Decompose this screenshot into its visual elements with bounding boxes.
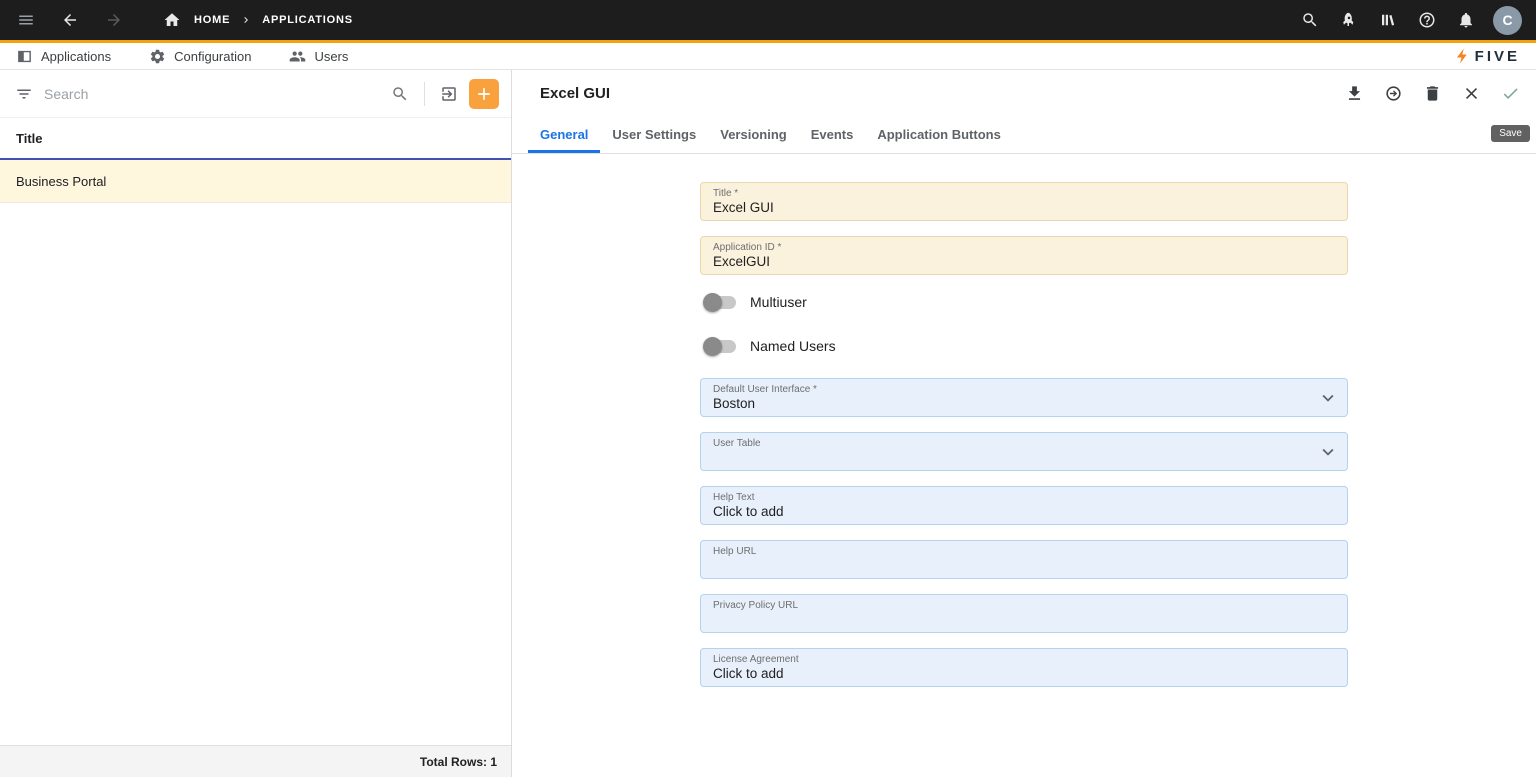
applications-icon [16,48,33,65]
library-icon[interactable] [1376,8,1400,32]
license-agreement-field[interactable]: License Agreement Click to add [700,648,1348,687]
applications-list-panel: Title Business Portal Total Rows: 1 [0,70,512,777]
general-form: Title * Excel GUI Application ID * Excel… [700,182,1348,687]
field-label: Application ID * [713,242,1335,253]
chevron-down-icon [1317,441,1339,463]
toolbar-item-configuration[interactable]: Configuration [149,48,251,65]
delete-icon[interactable] [1420,81,1444,105]
forward-arrow-icon [102,8,126,32]
close-icon[interactable] [1459,81,1483,105]
module-toolbar: Applications Configuration Users FIVE [0,43,1536,70]
tab-user-settings[interactable]: User Settings [600,116,708,153]
tab-general[interactable]: General [528,116,600,153]
field-label: Help URL [713,546,1335,557]
record-title: Excel GUI [540,85,610,102]
total-rows-footer: Total Rows: 1 [0,745,511,777]
toggle-knob [703,337,722,356]
field-value [713,449,1335,466]
save-check-icon[interactable] [1498,81,1522,105]
save-tooltip: Save [1491,125,1530,142]
user-table-select[interactable]: User Table [700,432,1348,471]
breadcrumb: HOME APPLICATIONS [160,8,353,32]
field-label: User Table [713,438,1335,449]
top-bar: HOME APPLICATIONS C [0,0,1536,40]
toggle-knob [703,293,722,312]
field-label: Help Text [713,492,1335,503]
menu-icon[interactable] [14,8,38,32]
users-icon [289,48,306,65]
five-logo-mark-icon [1454,47,1472,65]
back-arrow-icon[interactable] [58,8,82,32]
five-logo: FIVE [1454,47,1520,65]
title-field[interactable]: Title * Excel GUI [700,182,1348,221]
privacy-policy-url-field[interactable]: Privacy Policy URL [700,594,1348,633]
field-label: Default User Interface * [713,384,1335,395]
tab-versioning[interactable]: Versioning [708,116,798,153]
run-arrow-circle-icon[interactable] [1381,81,1405,105]
field-label: Title * [713,188,1335,199]
field-label: License Agreement [713,654,1335,665]
breadcrumb-section[interactable]: APPLICATIONS [262,14,353,26]
toggle-label: Multiuser [750,294,807,310]
named-users-toggle-row: Named Users [704,334,1348,358]
toolbar-item-label: Applications [41,49,111,64]
toolbar-item-label: Configuration [174,49,251,64]
home-icon[interactable] [160,8,184,32]
default-user-interface-select[interactable]: Default User Interface * Boston [700,378,1348,417]
help-url-field[interactable]: Help URL [700,540,1348,579]
tab-application-buttons[interactable]: Application Buttons [865,116,1013,153]
detail-header: Excel GUI [512,70,1536,116]
application-id-field[interactable]: Application ID * ExcelGUI [700,236,1348,275]
plus-icon [474,84,494,104]
search-row [0,70,511,118]
field-label: Privacy Policy URL [713,600,1335,611]
filter-icon[interactable] [12,82,36,106]
list-item-business-portal[interactable]: Business Portal [0,160,511,203]
toolbar-item-users[interactable]: Users [289,48,348,65]
record-actions [1342,81,1522,105]
chevron-right-icon [240,14,252,26]
multiuser-toggle-row: Multiuser [704,290,1348,314]
detail-panel: Excel GUI Save Gener [512,70,1536,777]
open-form-icon[interactable] [437,82,461,106]
toolbar-item-label: Users [314,49,348,64]
list-column-header[interactable]: Title [0,118,511,160]
download-icon[interactable] [1342,81,1366,105]
help-text-field[interactable]: Help Text Click to add [700,486,1348,525]
field-value [713,611,1335,628]
field-value: Boston [713,395,1335,412]
deploy-rocket-icon[interactable] [1337,8,1361,32]
five-logo-text: FIVE [1475,48,1520,65]
field-value [713,557,1335,574]
help-icon[interactable] [1415,8,1439,32]
toolbar-item-applications[interactable]: Applications [16,48,111,65]
field-value: Click to add [713,503,1335,520]
user-avatar[interactable]: C [1493,6,1522,35]
field-value: Excel GUI [713,199,1335,216]
form-area: Title * Excel GUI Application ID * Excel… [512,154,1536,777]
search-icon[interactable] [388,82,412,106]
detail-tabs: General User Settings Versioning Events … [512,116,1536,154]
chevron-down-icon [1317,387,1339,409]
named-users-toggle[interactable] [704,340,736,353]
notifications-bell-icon[interactable] [1454,8,1478,32]
gear-icon [149,48,166,65]
divider [424,82,425,106]
tab-events[interactable]: Events [799,116,866,153]
multiuser-toggle[interactable] [704,296,736,309]
field-value: Click to add [713,665,1335,682]
breadcrumb-home[interactable]: HOME [194,14,230,26]
toggle-label: Named Users [750,338,836,354]
inspect-icon[interactable] [1298,8,1322,32]
search-input[interactable] [44,86,380,102]
add-record-button[interactable] [469,79,499,109]
field-value: ExcelGUI [713,253,1335,270]
